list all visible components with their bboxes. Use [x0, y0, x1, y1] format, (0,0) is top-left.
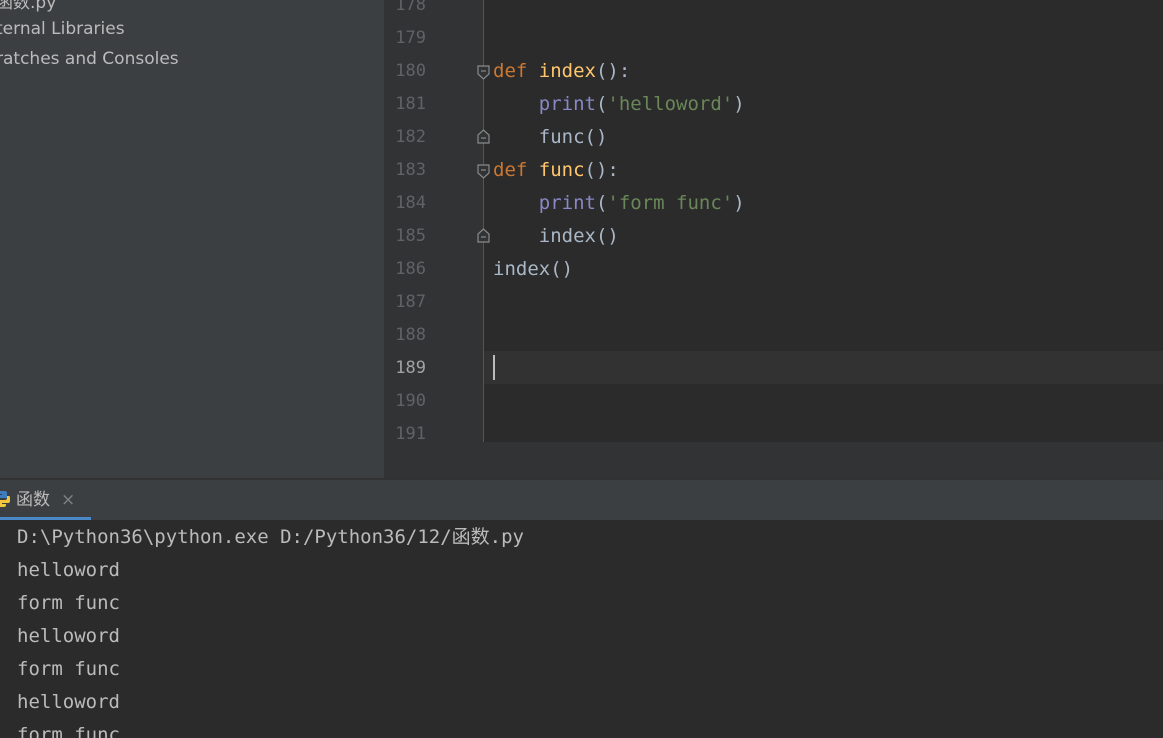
- code-token: ():: [584, 159, 619, 181]
- code-line-182[interactable]: func(): [493, 121, 608, 154]
- function-name-token: func: [538, 159, 585, 181]
- tree-item-external-libraries[interactable]: ternal Libraries: [0, 14, 125, 44]
- line-number: 187: [395, 292, 426, 312]
- close-icon[interactable]: ×: [61, 480, 75, 520]
- line-number: 186: [395, 259, 426, 279]
- code-line-185[interactable]: index(): [493, 220, 619, 253]
- current-line-highlight: [484, 351, 1163, 384]
- line-number: 180: [395, 61, 426, 81]
- console-line: form func: [17, 724, 120, 738]
- code-line-180[interactable]: def index():: [493, 55, 630, 88]
- indent-token: [493, 192, 539, 214]
- console-line: helloword: [17, 691, 120, 713]
- line-number: 184: [395, 193, 426, 213]
- keyword-token: def: [493, 159, 528, 181]
- console-line: helloword: [17, 625, 120, 647]
- function-name-token: index: [538, 60, 596, 82]
- run-console[interactable]: D:\Python36\python.exe D:/Python36/12/函数…: [0, 520, 1163, 738]
- console-line: helloword: [17, 559, 120, 581]
- code-token: index(): [493, 225, 619, 247]
- fold-open-icon[interactable]: [477, 164, 490, 179]
- editor-bottom-strip: [384, 442, 1163, 478]
- string-token: 'helloword': [607, 93, 734, 115]
- line-number: 181: [395, 94, 426, 114]
- code-line-183[interactable]: def func():: [493, 154, 619, 187]
- tree-item-scratches[interactable]: ratches and Consoles: [0, 44, 179, 74]
- console-line: form func: [17, 592, 120, 614]
- builtin-token: print: [538, 192, 596, 214]
- code-token: func(): [493, 126, 608, 148]
- code-token: (: [595, 192, 608, 214]
- code-token: ():: [595, 60, 631, 82]
- line-number: 188: [395, 325, 426, 345]
- code-line-181[interactable]: print('helloword'): [493, 88, 745, 121]
- line-number: 190: [395, 391, 426, 411]
- line-number-current: 189: [395, 358, 426, 378]
- string-token: 'form func': [607, 192, 734, 214]
- run-tab[interactable]: 函数 ×: [0, 480, 91, 520]
- console-line: D:\Python36\python.exe D:/Python36/12/函数…: [17, 526, 524, 548]
- fold-end-icon[interactable]: [477, 129, 490, 144]
- fold-open-icon[interactable]: [477, 65, 490, 80]
- code-token: (: [595, 93, 608, 115]
- line-number: 185: [395, 226, 426, 246]
- run-tab-label: 函数: [16, 490, 50, 510]
- indent-token: [493, 93, 539, 115]
- tree-item-label: 函数.py: [0, 0, 57, 13]
- code-line-184[interactable]: print('form func'): [493, 187, 745, 220]
- fold-end-icon[interactable]: [477, 228, 490, 243]
- keyword-token: def: [493, 60, 528, 82]
- run-tool-window-tabs: 函数 ×: [0, 480, 1163, 520]
- python-icon: [0, 491, 10, 507]
- tree-item-label: ratches and Consoles: [0, 49, 179, 69]
- line-number: 191: [395, 424, 426, 442]
- console-line: form func: [17, 658, 120, 680]
- text-caret: [493, 355, 495, 380]
- code-line-186[interactable]: index(): [493, 253, 573, 286]
- builtin-token: print: [538, 93, 596, 115]
- code-editor[interactable]: 178 179 180 181 182 183 184 185 186 187 …: [384, 0, 1163, 442]
- line-number: 179: [395, 28, 426, 48]
- code-token: ): [733, 93, 745, 115]
- tree-item-label: ternal Libraries: [0, 19, 125, 39]
- project-tree-panel: 函数.py ternal Libraries ratches and Conso…: [0, 0, 384, 478]
- line-number: 182: [395, 127, 426, 147]
- line-number: 183: [395, 160, 426, 180]
- code-token: index(): [493, 258, 574, 280]
- line-number: 178: [395, 0, 426, 15]
- code-token: ): [733, 192, 745, 214]
